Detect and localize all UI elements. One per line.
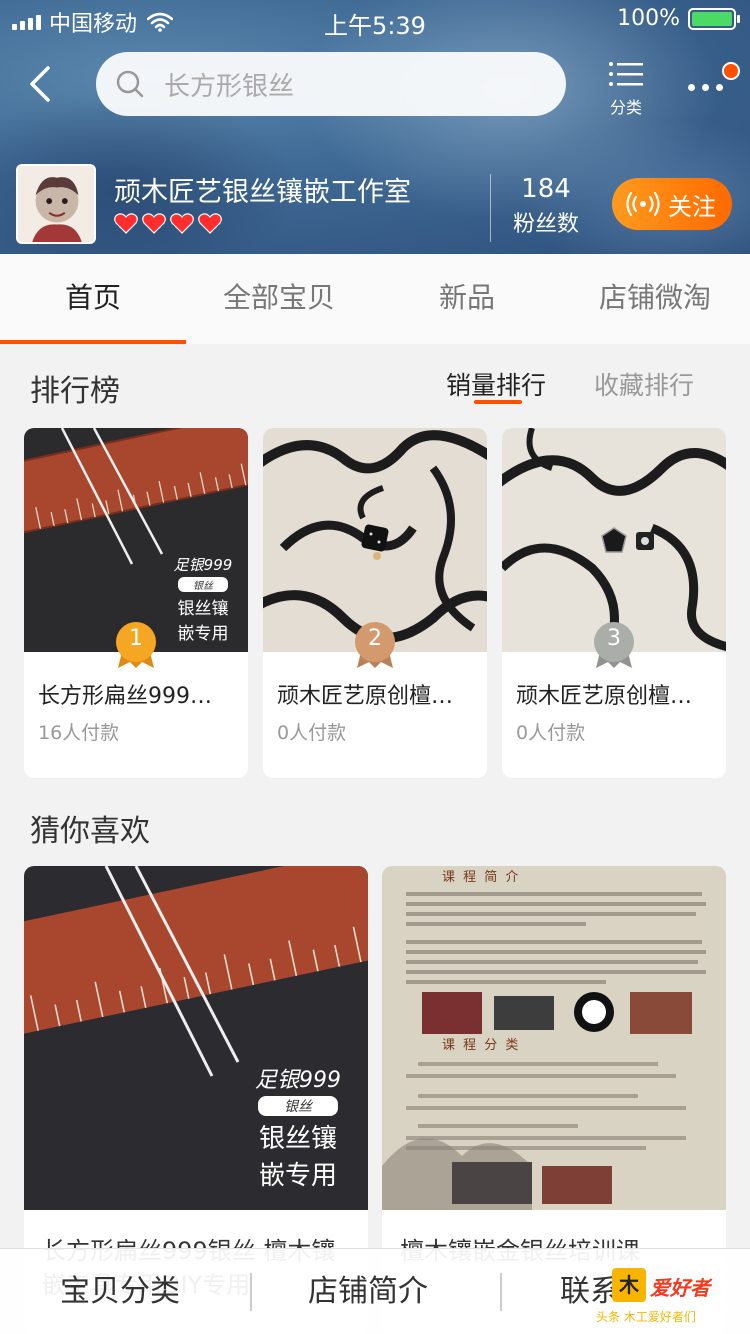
- divider: [500, 1273, 502, 1311]
- product-title: 顽木匠艺原创檀…: [516, 684, 693, 709]
- product-image: 课 程 简 介 课 程 分 类: [382, 866, 726, 1210]
- doc-subtitle: 课 程 分 类: [442, 1038, 521, 1053]
- fans-stat: 184 粉丝数: [506, 174, 586, 238]
- watermark-text: 爱好者: [650, 1276, 710, 1300]
- top-bar: 长方形银丝 分类: [0, 50, 750, 118]
- tab-all-items[interactable]: 全部宝贝: [186, 254, 372, 344]
- heart-icon: [170, 213, 194, 234]
- heart-icon: [198, 213, 222, 234]
- product-stamp: 足银999 银丝 银丝镶 嵌专用: [173, 556, 233, 644]
- shop-info: 顽木匠艺银丝镶嵌工作室 184 粉丝数 关注: [0, 160, 750, 250]
- back-icon[interactable]: [22, 60, 62, 108]
- shop-avatar[interactable]: [16, 164, 96, 244]
- tab-favorite-rank[interactable]: 收藏排行: [594, 366, 694, 402]
- search-placeholder: 长方形银丝: [164, 72, 295, 102]
- tab-indicator: [0, 340, 186, 344]
- rank-card[interactable]: 足银999 银丝 银丝镶 嵌专用 1 长方形扁丝999… 16人付款: [24, 428, 248, 778]
- shop-tabs: 首页 全部宝贝 新品 店铺微淘: [0, 254, 750, 344]
- ranking-title: 排行榜: [30, 374, 120, 409]
- heart-icon: [142, 213, 166, 234]
- fans-count: 184: [521, 174, 571, 204]
- heart-icon: [114, 213, 138, 234]
- tab-home[interactable]: 首页: [0, 254, 186, 344]
- notification-badge: [722, 62, 740, 80]
- broadcast-icon: [626, 191, 660, 217]
- product-image: 足银999 银丝 银丝镶 嵌专用: [24, 866, 368, 1210]
- tab-sales-rank[interactable]: 销量排行: [446, 366, 546, 402]
- battery-percent: 100%: [617, 6, 680, 31]
- sold-count: 0人付款: [277, 722, 347, 744]
- search-icon: [116, 70, 144, 98]
- sold-count: 0人付款: [516, 722, 586, 744]
- sold-count: 16人付款: [38, 722, 120, 744]
- product-title: 长方形扁丝999…: [38, 684, 212, 709]
- watermark-sub: 头条 木工爱好者们: [596, 1310, 696, 1324]
- rank-card[interactable]: 2 顽木匠艺原创檀… 0人付款: [263, 428, 487, 778]
- search-input[interactable]: 长方形银丝: [96, 52, 566, 116]
- list-icon: [609, 62, 643, 86]
- divider: [250, 1273, 252, 1311]
- rank-number: 1: [129, 626, 143, 651]
- more-button[interactable]: [680, 60, 746, 110]
- battery-icon: [688, 7, 740, 30]
- product-stamp: 足银999 银丝 银丝镶 嵌专用: [255, 1068, 341, 1191]
- product-image: 足银999 银丝 银丝镶 嵌专用: [24, 428, 248, 652]
- rank-card[interactable]: 3 顽木匠艺原创檀… 0人付款: [502, 428, 726, 778]
- battery: 100%: [617, 6, 740, 31]
- watermark-mark: 木: [612, 1268, 646, 1302]
- bottom-item-categories[interactable]: 宝贝分类: [60, 1249, 180, 1334]
- recommend-title: 猜你喜欢: [30, 814, 150, 849]
- fans-label: 粉丝数: [512, 212, 579, 237]
- status-bar: 中国移动 上午5:39 100%: [0, 0, 750, 40]
- category-label: 分类: [609, 98, 642, 117]
- follow-label: 关注: [668, 192, 716, 221]
- tab-weitao[interactable]: 店铺微淘: [562, 254, 748, 344]
- shop-name: 顽木匠艺银丝镶嵌工作室: [114, 177, 411, 208]
- tab-new[interactable]: 新品: [374, 254, 560, 344]
- category-button[interactable]: 分类: [596, 54, 656, 117]
- avatar-illustration: [18, 166, 94, 242]
- rank-tab-indicator: [474, 400, 522, 404]
- rank-number: 2: [368, 626, 382, 651]
- product-image: [502, 428, 726, 652]
- follow-button[interactable]: 关注: [612, 178, 732, 230]
- rank-number: 3: [607, 626, 621, 651]
- product-image: [263, 428, 487, 652]
- shop-rating: [114, 212, 222, 234]
- doc-title: 课 程 简 介: [442, 870, 521, 885]
- product-title: 顽木匠艺原创檀…: [277, 684, 454, 709]
- watermark-logo: 木 爱好者: [608, 1268, 738, 1304]
- bottom-item-shop-intro[interactable]: 店铺简介: [308, 1249, 428, 1334]
- divider: [490, 174, 491, 242]
- shop-header: 中国移动 上午5:39 100% 长方形银丝 分类 顽木匠艺银丝镶嵌工作室 18…: [0, 0, 750, 254]
